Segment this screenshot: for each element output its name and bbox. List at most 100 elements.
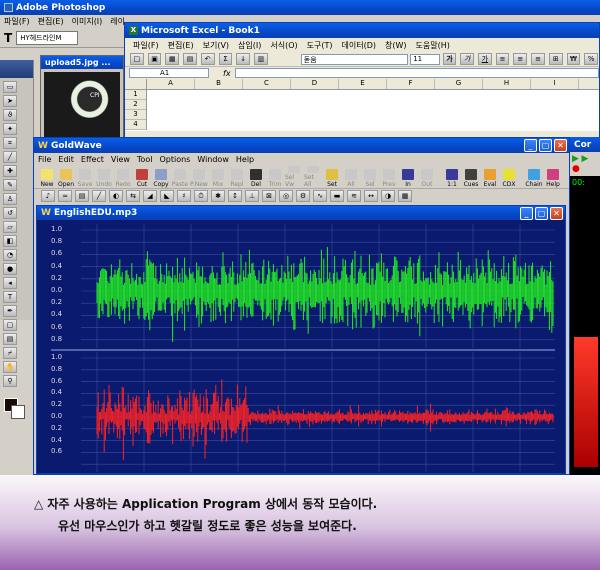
gw-tool-p-new[interactable]: P.New (190, 166, 208, 188)
excel-font-size[interactable]: 11 (410, 53, 440, 65)
gw-tool-new[interactable]: New (38, 166, 56, 188)
gw-menu-view[interactable]: View (111, 155, 130, 164)
background-color[interactable] (11, 405, 25, 419)
excel-italic-icon[interactable]: 가 (460, 53, 475, 65)
excel-col-e[interactable]: E (339, 79, 387, 89)
ps-menu-layer[interactable]: 레이 (110, 16, 125, 27)
excel-align-center-icon[interactable]: ≡ (513, 53, 528, 65)
fx-time-icon[interactable]: ⏱ (194, 190, 208, 202)
wand-tool-icon[interactable]: ✦ (3, 123, 17, 135)
path-tool-icon[interactable]: ◂ (3, 277, 17, 289)
fx-invert-icon[interactable]: ↕ (228, 190, 242, 202)
fx-mix-icon[interactable]: ≈ (58, 190, 72, 202)
excel-col-a[interactable]: A (147, 79, 195, 89)
excel-menu-view[interactable]: 보기(V) (203, 40, 229, 51)
fx-matrix-icon[interactable]: ▦ (398, 190, 412, 202)
fx-echo-icon[interactable]: ◐ (109, 190, 123, 202)
excel-menu-tools[interactable]: 도구(T) (307, 40, 333, 51)
gw-tool-redo[interactable]: Redo (114, 166, 132, 188)
brush-tool-icon[interactable]: ✎ (3, 179, 17, 191)
excel-percent-icon[interactable]: % (584, 53, 599, 65)
gw-doc-maximize-button[interactable]: ▢ (535, 206, 548, 220)
excel-formula-input[interactable] (234, 68, 599, 78)
gw-tool-sel[interactable]: Sel (361, 166, 379, 188)
fx-mechanize-icon[interactable]: ⚙ (296, 190, 310, 202)
slice-tool-icon[interactable]: ╱ (3, 151, 17, 163)
excel-menu-insert[interactable]: 삽입(I) (238, 40, 261, 51)
excel-print-icon[interactable]: ▤ (183, 53, 197, 65)
color-swatches[interactable] (0, 396, 33, 426)
marquee-tool-icon[interactable]: ▭ (3, 81, 17, 93)
gw-minimize-button[interactable]: _ (524, 139, 537, 152)
excel-open-icon[interactable]: ▣ (147, 53, 162, 65)
ps-menu-file[interactable]: 파일(F) (4, 16, 30, 27)
gw-tool-eval[interactable]: Eval (481, 166, 499, 188)
fx-pan-icon[interactable]: ↔ (364, 190, 378, 202)
gw-menu-options[interactable]: Options (159, 155, 190, 164)
excel-menu-file[interactable]: 파일(F) (133, 40, 159, 51)
gw-tool-in[interactable]: In (399, 166, 417, 188)
waveform-scrollbar[interactable] (533, 220, 555, 474)
waveform-area[interactable]: 1.0 0.8 0.6 0.4 0.2 0.0 0.2 0.4 0.6 0.8 1.0 0.8 0.6… (37, 220, 565, 474)
excel-merge-icon[interactable]: ⊞ (548, 53, 563, 65)
excel-sum-icon[interactable]: Σ (218, 53, 233, 65)
blur-tool-icon[interactable]: ◔ (3, 249, 17, 261)
excel-row-1[interactable]: 1 (125, 90, 146, 100)
fx-eq-icon[interactable]: ▤ (75, 190, 89, 202)
fx-flanger-icon[interactable]: ≋ (347, 190, 361, 202)
heal-tool-icon[interactable]: ✚ (3, 165, 17, 177)
fx-stereo-icon[interactable]: ◑ (381, 190, 395, 202)
excel-save-icon[interactable]: ▦ (165, 53, 180, 65)
excel-sort-icon[interactable]: ↓ (236, 53, 251, 65)
excel-name-box[interactable]: A1 (129, 68, 209, 78)
excel-col-b[interactable]: B (195, 79, 243, 89)
excel-menu-format[interactable]: 서식(O) (270, 40, 297, 51)
excel-col-d[interactable]: D (291, 79, 339, 89)
excel-menu-edit[interactable]: 편집(E) (168, 40, 194, 51)
excel-underline-icon[interactable]: 가 (478, 53, 492, 65)
eyedropper-tool-icon[interactable]: ⌿ (3, 347, 17, 359)
eraser-tool-icon[interactable]: ▱ (3, 221, 17, 233)
gw-tool-out[interactable]: Out (418, 166, 436, 188)
gw-tool-help[interactable]: Help (544, 166, 562, 188)
pen-tool-icon[interactable]: ✒ (3, 305, 17, 317)
excel-bold-icon[interactable]: 가 (442, 53, 457, 65)
excel-align-left-icon[interactable]: ≡ (495, 53, 510, 65)
gw-close-button[interactable]: ✕ (554, 139, 567, 152)
gw-tool-paste[interactable]: Paste (171, 166, 189, 188)
fx-resample-icon[interactable]: ∿ (313, 190, 327, 202)
excel-menu-window[interactable]: 창(W) (385, 40, 407, 51)
excel-chart-icon[interactable]: ▥ (254, 53, 268, 65)
gw-tool-cdx[interactable]: CDX (500, 166, 518, 188)
excel-col-f[interactable]: F (387, 79, 435, 89)
excel-menu-data[interactable]: 데이터(D) (342, 40, 376, 51)
fx-noise-icon[interactable]: ✱ (211, 190, 225, 202)
gw-tool-mix[interactable]: Mix (209, 166, 227, 188)
excel-menu-help[interactable]: 도움말(H) (416, 40, 450, 51)
excel-col-h[interactable]: H (483, 79, 531, 89)
fx-doppler-icon[interactable]: ◎ (279, 190, 293, 202)
crop-tool-icon[interactable]: ⌗ (3, 137, 17, 149)
gw-tool-open[interactable]: Open (57, 166, 75, 188)
record-icon[interactable]: ● (572, 164, 580, 174)
excel-align-right-icon[interactable]: ≡ (531, 53, 545, 65)
gw-tool-save[interactable]: Save (76, 166, 94, 188)
fx-volume-icon[interactable]: ♪ (41, 190, 55, 202)
play-icon[interactable]: ▶ (572, 154, 579, 164)
fx-reverse-icon[interactable]: ⇆ (126, 190, 140, 202)
fx-fade-out-icon[interactable]: ◣ (160, 190, 174, 202)
lasso-tool-icon[interactable]: ϑ (3, 109, 17, 121)
gw-tool-set[interactable]: Set (323, 166, 341, 188)
excel-row-2[interactable]: 2 (125, 100, 146, 110)
ps-menu-edit[interactable]: 편집(E) (38, 16, 64, 27)
gw-maximize-button[interactable]: ▢ (539, 139, 552, 152)
type-tool-icon[interactable]: T (4, 31, 12, 45)
fx-silence-icon[interactable]: ▬ (330, 190, 344, 202)
gw-tool-set-all[interactable]: Set All (304, 166, 322, 188)
fill-tool-icon[interactable]: ◧ (3, 235, 17, 247)
excel-row-3[interactable]: 3 (125, 110, 146, 120)
excel-new-icon[interactable]: □ (130, 53, 144, 65)
fx-pitch-icon[interactable]: ♯ (177, 190, 191, 202)
ps-menu-image[interactable]: 이미지(I) (72, 16, 103, 27)
fx-filter-icon[interactable]: ╱ (92, 190, 106, 202)
